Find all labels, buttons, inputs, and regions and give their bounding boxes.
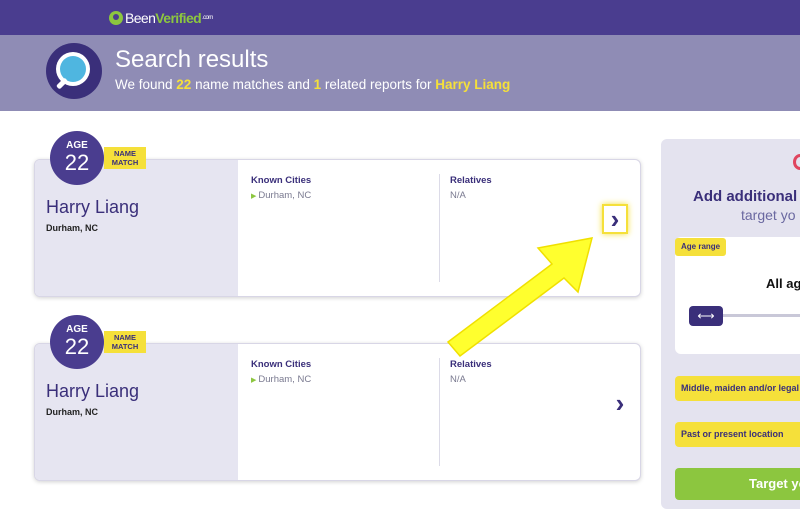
age-range-value: All ag	[766, 276, 800, 291]
age-slider-handle[interactable]: ⟷	[689, 306, 723, 326]
refine-subtitle: target yo	[741, 207, 796, 223]
age-badge: AGE 22	[50, 315, 104, 369]
age-value: 22	[64, 334, 90, 359]
age-range-tag: Age range	[675, 238, 727, 256]
known-cities-label: Known Cities	[251, 359, 312, 370]
name-match-tag: NAME MATCH	[104, 147, 146, 169]
logo-text-been: Been	[125, 9, 156, 26]
annotation-arrow-icon	[446, 237, 594, 358]
relatives-value: N/A	[450, 190, 466, 201]
logo-mark-text: .com	[202, 14, 213, 21]
column-divider	[439, 358, 440, 466]
known-cities-value: ▶ Durham, NC	[251, 374, 312, 385]
page-title: Search results	[115, 46, 269, 73]
age-slider-track[interactable]	[720, 314, 800, 317]
name-match-count: 22	[176, 77, 192, 92]
target-search-button[interactable]: Target yo	[675, 468, 800, 500]
middle-name-field[interactable]: Middle, maiden and/or legal	[675, 376, 800, 401]
relatives-value: N/A	[450, 374, 466, 385]
logo-text-verified: Verified	[155, 9, 202, 26]
name-match-tag: NAME MATCH	[104, 331, 146, 353]
person-name[interactable]: Harry Liang	[46, 197, 139, 218]
location-pin-icon	[793, 154, 800, 170]
known-cities-value: ▶ Durham, NC	[251, 190, 312, 201]
result-card[interactable]: Harry Liang Durham, NC Known Cities ▶ Dur…	[34, 343, 641, 481]
age-badge: AGE 22	[50, 131, 104, 185]
results-summary: We found 22 name matches and 1 related r…	[115, 77, 511, 92]
chevron-right-icon[interactable]: ›	[607, 388, 633, 418]
city-marker-icon: ▶	[251, 377, 257, 384]
refine-title: Add additional	[693, 188, 798, 205]
beenverified-logo[interactable]: Been Verified .com	[109, 9, 213, 26]
location-field[interactable]: Past or present location	[675, 422, 800, 447]
known-cities-label: Known Cities	[251, 175, 312, 186]
relatives-label: Relatives	[450, 175, 492, 186]
top-bar: Been Verified .com	[0, 0, 800, 35]
search-query-name: Harry Liang	[435, 77, 511, 92]
search-magnifier-icon	[46, 43, 102, 99]
city-marker-icon: ▶	[251, 193, 257, 200]
person-name[interactable]: Harry Liang	[46, 381, 139, 402]
relatives-label: Relatives	[450, 359, 492, 370]
age-value: 22	[64, 150, 90, 175]
logo-icon	[109, 10, 123, 25]
person-location: Durham, NC	[46, 407, 99, 417]
person-location: Durham, NC	[46, 223, 99, 233]
